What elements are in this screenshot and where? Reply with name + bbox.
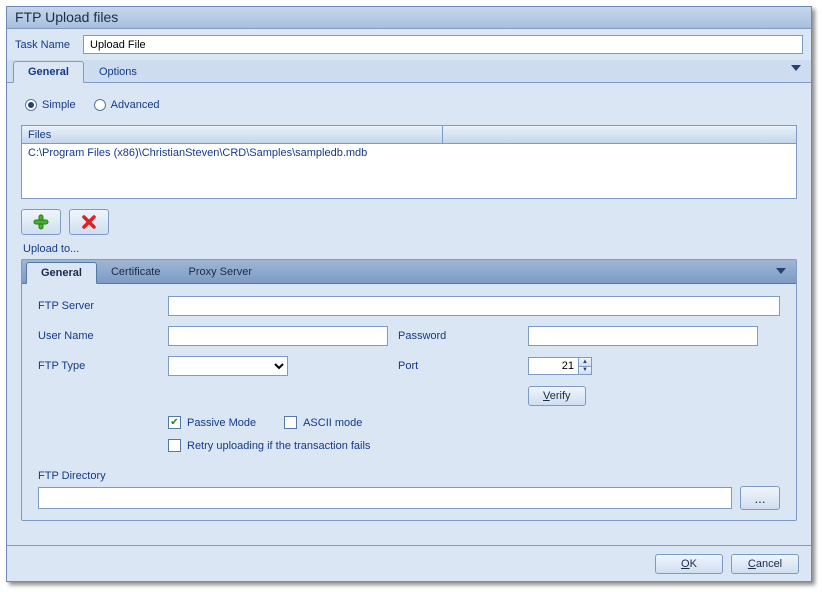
- upload-panel: General Certificate Proxy Server FTP Ser…: [21, 259, 797, 521]
- ftp-directory-label: FTP Directory: [38, 470, 796, 482]
- upload-tabs: General Certificate Proxy Server: [22, 260, 796, 284]
- mode-radio-group: Simple Advanced: [25, 99, 797, 111]
- tab-general[interactable]: General: [13, 61, 84, 83]
- add-file-button[interactable]: [21, 209, 61, 235]
- files-header[interactable]: Files: [22, 126, 796, 144]
- verify-rest: erify: [550, 390, 571, 402]
- ftp-type-label: FTP Type: [38, 360, 168, 372]
- port-label: Port: [398, 360, 528, 372]
- radio-simple-label: Simple: [42, 99, 76, 111]
- radio-icon: [94, 99, 106, 111]
- retry-checkbox[interactable]: Retry uploading if the transaction fails: [168, 439, 370, 452]
- plus-icon: [33, 214, 49, 230]
- password-label: Password: [398, 330, 528, 342]
- tab-overflow-icon[interactable]: [791, 65, 801, 71]
- main-tabs: General Options: [7, 60, 811, 83]
- files-list[interactable]: Files C:\Program Files (x86)\ChristianSt…: [21, 125, 797, 199]
- upload-to-label: Upload to...: [23, 243, 797, 255]
- port-input[interactable]: [528, 357, 578, 375]
- dialog-window: FTP Upload files Task Name General Optio…: [6, 6, 812, 582]
- user-name-input[interactable]: [168, 326, 388, 346]
- file-row[interactable]: C:\Program Files (x86)\ChristianSteven\C…: [22, 144, 796, 162]
- ftp-form: FTP Server User Name Password FTP: [22, 284, 796, 466]
- port-spinner[interactable]: ▲ ▼: [528, 357, 592, 375]
- column-divider[interactable]: [442, 126, 443, 143]
- file-buttons: [21, 209, 797, 235]
- title-bar: FTP Upload files: [7, 7, 811, 29]
- dialog-footer: OK Cancel: [7, 545, 811, 581]
- radio-advanced-label: Advanced: [111, 99, 160, 111]
- subtab-certificate[interactable]: Certificate: [97, 262, 175, 282]
- verify-button[interactable]: Verify: [528, 386, 586, 406]
- spinner-up-icon[interactable]: ▲: [579, 358, 591, 367]
- remove-file-button[interactable]: [69, 209, 109, 235]
- checkbox-icon: ✔: [168, 416, 181, 429]
- radio-advanced[interactable]: Advanced: [94, 99, 160, 111]
- files-column-label: Files: [28, 129, 51, 141]
- password-input[interactable]: [528, 326, 758, 346]
- ftp-type-select[interactable]: [168, 356, 288, 376]
- spinner-down-icon[interactable]: ▼: [579, 367, 591, 375]
- ascii-mode-label: ASCII mode: [303, 417, 362, 429]
- passive-mode-label: Passive Mode: [187, 417, 256, 429]
- ftp-server-label: FTP Server: [38, 300, 168, 312]
- checkbox-icon: [168, 439, 181, 452]
- tab-options[interactable]: Options: [84, 61, 152, 83]
- task-name-input[interactable]: [83, 35, 803, 54]
- cancel-button[interactable]: Cancel: [731, 554, 799, 574]
- subtab-proxy[interactable]: Proxy Server: [175, 262, 267, 282]
- user-name-label: User Name: [38, 330, 168, 342]
- radio-icon: [25, 99, 37, 111]
- ok-button[interactable]: OK: [655, 554, 723, 574]
- delete-icon: [82, 215, 96, 229]
- window-title: FTP Upload files: [15, 9, 118, 25]
- retry-label: Retry uploading if the transaction fails: [187, 440, 370, 452]
- checkbox-icon: [284, 416, 297, 429]
- ascii-mode-checkbox[interactable]: ASCII mode: [284, 416, 362, 429]
- subtab-general[interactable]: General: [26, 262, 97, 284]
- subtab-overflow-icon[interactable]: [776, 268, 786, 274]
- ftp-directory-input[interactable]: [38, 487, 732, 509]
- task-name-label: Task Name: [15, 39, 83, 51]
- task-name-row: Task Name: [7, 29, 811, 60]
- ftp-server-input[interactable]: [168, 296, 780, 316]
- passive-mode-checkbox[interactable]: ✔ Passive Mode: [168, 416, 256, 429]
- radio-simple[interactable]: Simple: [25, 99, 76, 111]
- browse-directory-button[interactable]: ...: [740, 486, 780, 510]
- general-panel: Simple Advanced Files C:\Program Files (…: [7, 83, 811, 531]
